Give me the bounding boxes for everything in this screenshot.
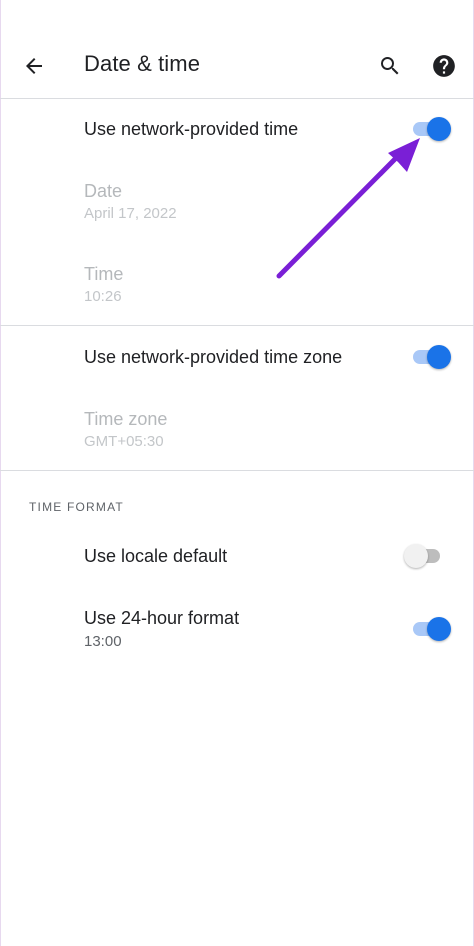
settings-screen: Date & time Use network-provided time Da…: [0, 0, 474, 946]
date-row[interactable]: Date April 17, 2022: [0, 170, 474, 240]
network-time-zone-switch[interactable]: [411, 344, 451, 369]
app-bar: Date & time: [0, 0, 474, 98]
locale-default-row[interactable]: Use locale default: [0, 528, 474, 584]
search-icon: [381, 57, 399, 75]
time-label: Time: [84, 264, 124, 284]
network-time-zone-row[interactable]: Use network-provided time zone: [0, 328, 474, 386]
time-zone-value: GMT+05:30: [84, 433, 164, 450]
search-button[interactable]: [370, 46, 410, 86]
locale-default-switch[interactable]: [404, 543, 444, 568]
network-time-zone-label: Use network-provided time zone: [84, 347, 343, 367]
time-value: 10:26: [84, 288, 122, 305]
help-icon: [433, 55, 455, 77]
hour24-label: Use 24-hour format: [84, 608, 240, 628]
back-button[interactable]: [14, 46, 54, 86]
hour24-row[interactable]: Use 24-hour format 13:00: [0, 596, 474, 662]
network-time-row[interactable]: Use network-provided time: [0, 100, 474, 156]
time-zone-row[interactable]: Time zone GMT+05:30: [0, 398, 474, 466]
locale-default-label: Use locale default: [84, 546, 228, 566]
divider: [0, 98, 474, 99]
network-time-label: Use network-provided time: [84, 119, 299, 139]
hour24-value: 13:00: [84, 633, 122, 650]
date-value: April 17, 2022: [84, 205, 177, 222]
switch-thumb: [427, 617, 451, 641]
date-label: Date: [84, 181, 123, 201]
time-row[interactable]: Time 10:26: [0, 253, 474, 323]
divider: [0, 325, 474, 326]
page-title: Date & time: [84, 51, 201, 76]
time-zone-label: Time zone: [84, 409, 168, 429]
switch-thumb: [427, 117, 451, 141]
hour24-switch[interactable]: [411, 616, 451, 641]
switch-thumb: [404, 544, 428, 568]
arrow-back-icon: [26, 58, 42, 74]
help-button[interactable]: [424, 46, 464, 86]
divider: [0, 470, 474, 471]
network-time-switch[interactable]: [411, 116, 451, 141]
switch-thumb: [427, 345, 451, 369]
time-format-header: TIME FORMAT: [29, 500, 124, 514]
